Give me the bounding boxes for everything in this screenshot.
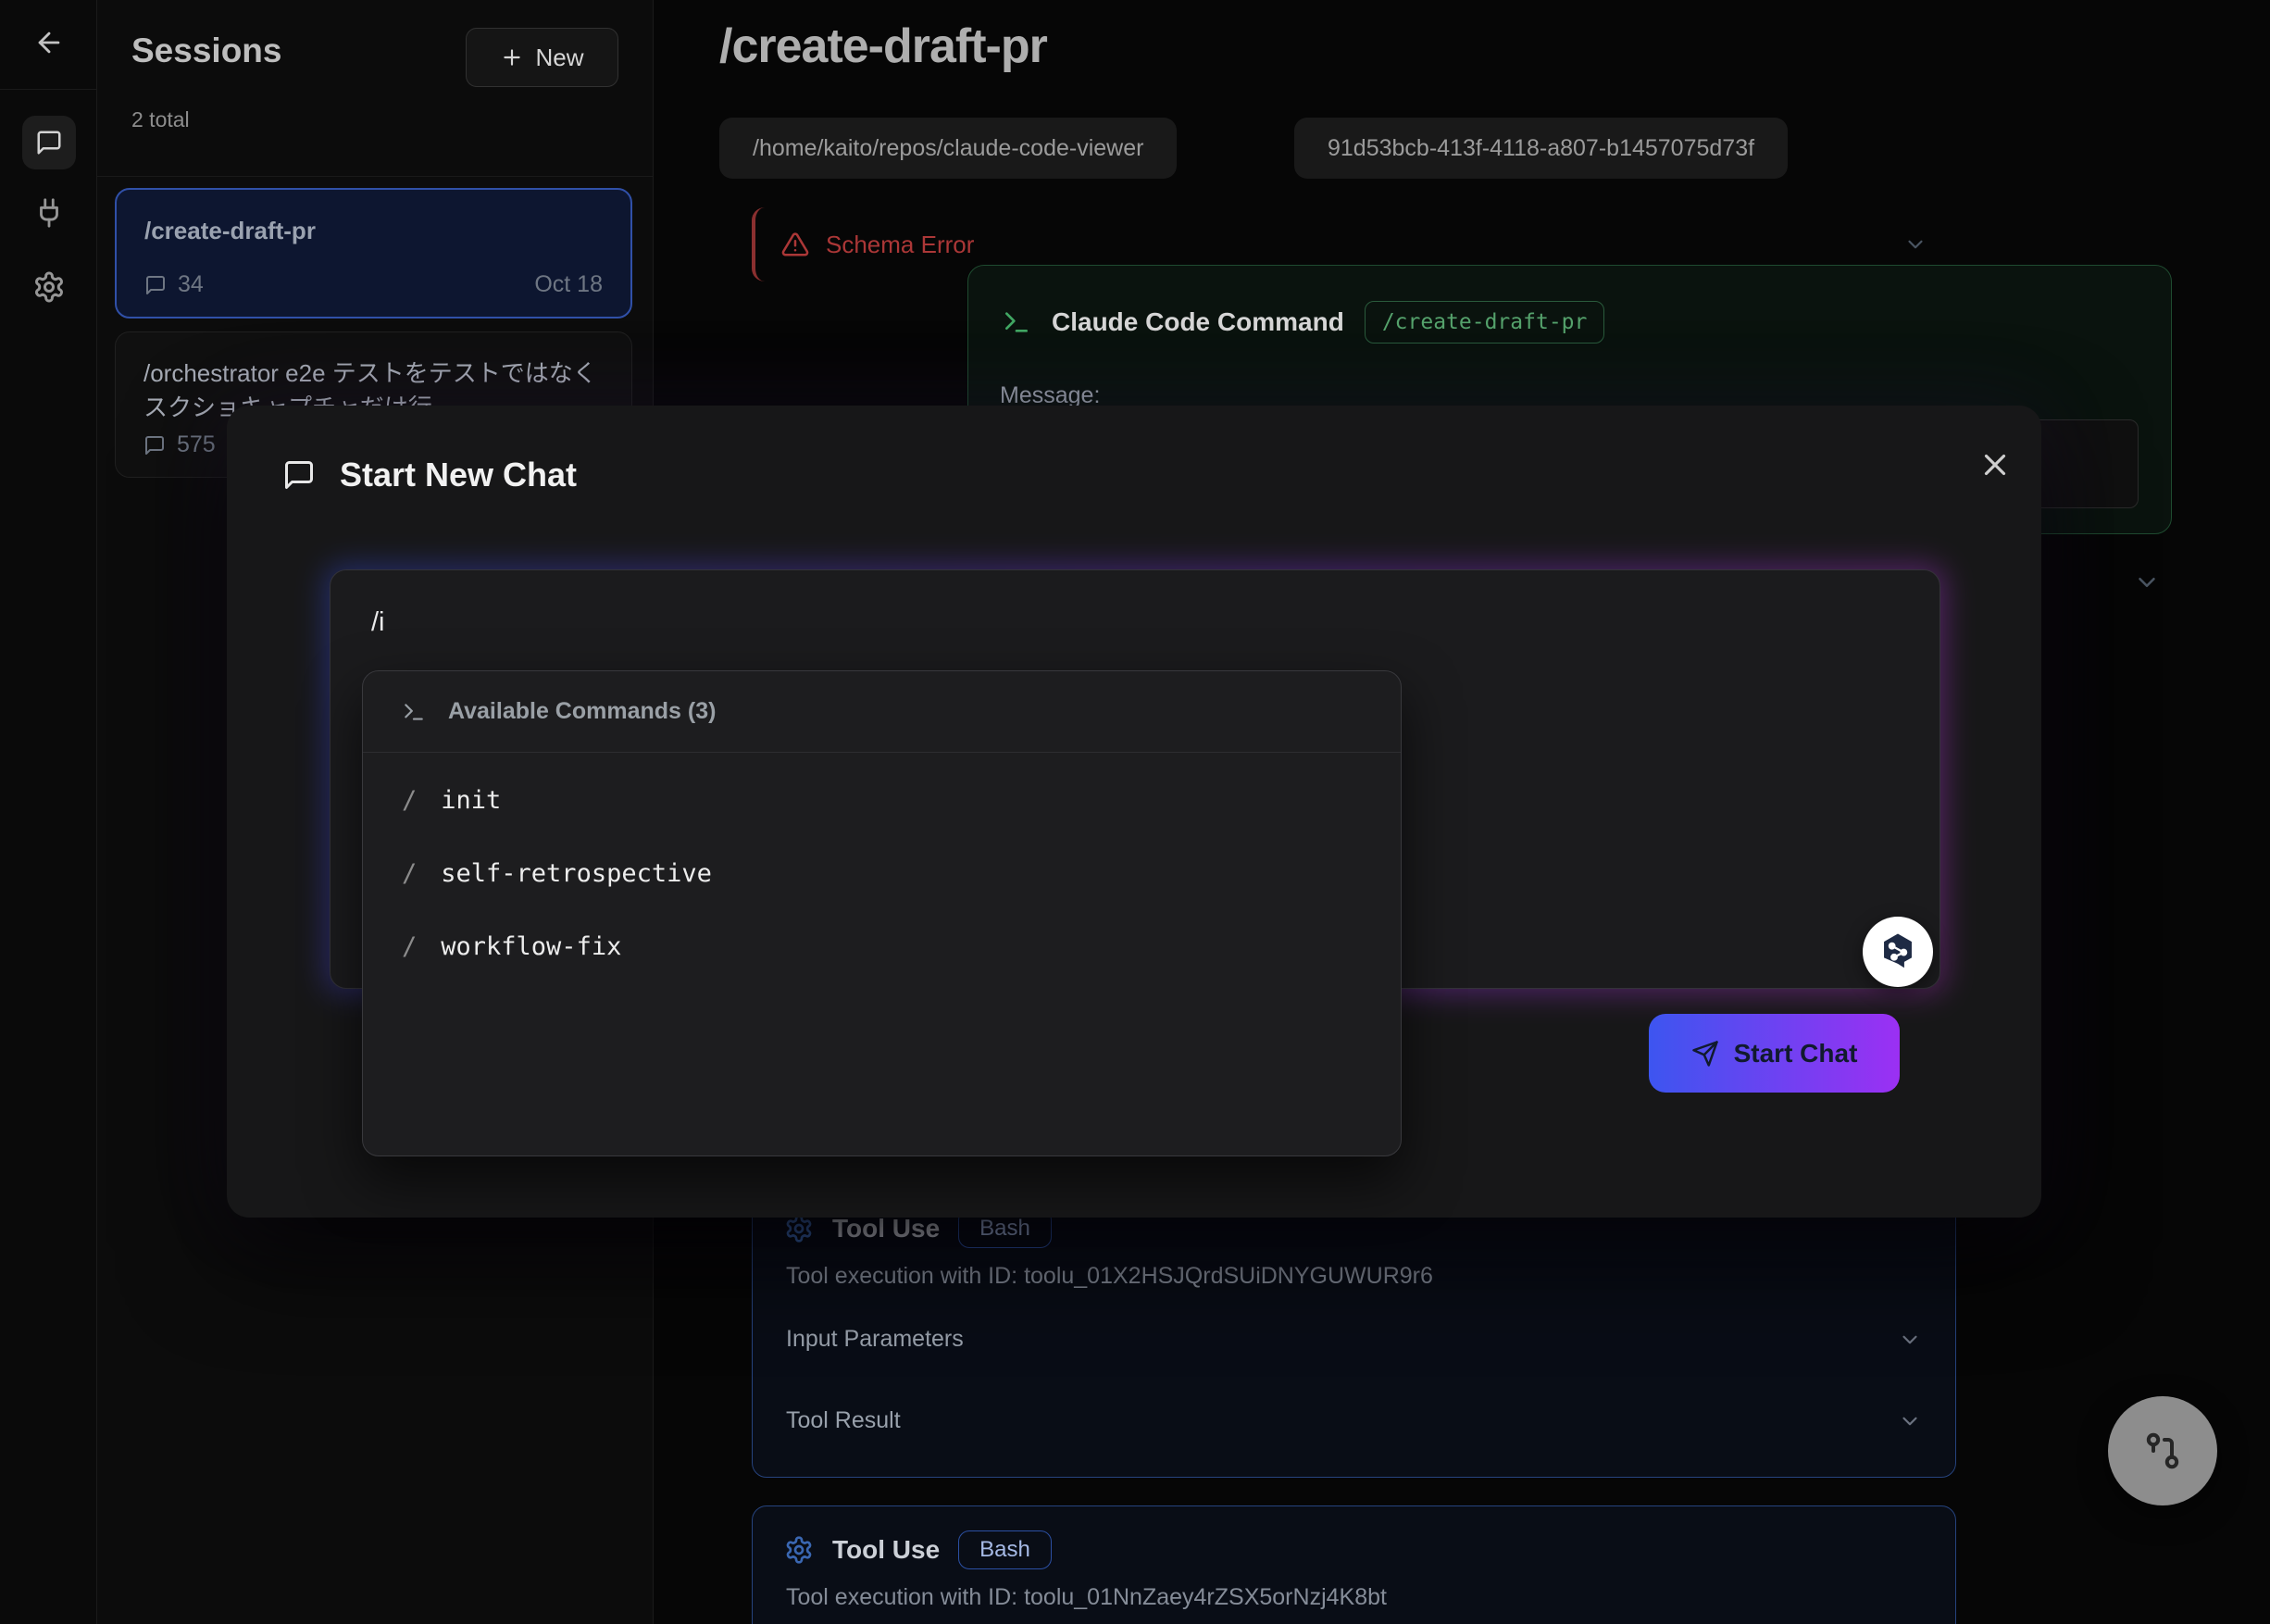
command-name: self-retrospective: [441, 859, 712, 888]
app-root: Sessions New 2 total /create-draft-pr 34…: [0, 0, 2270, 1624]
chevron-down-icon: [1898, 1409, 1922, 1433]
close-icon: [1977, 447, 2013, 482]
tool-execution-id: Tool execution with ID: toolu_01X2HSJQrd…: [786, 1263, 1433, 1290]
tool-use-title: Tool Use: [832, 1535, 940, 1565]
chevron-down-icon: [1898, 1328, 1922, 1352]
command-slash: /: [402, 859, 417, 888]
command-badge: /create-draft-pr: [1365, 301, 1605, 344]
message-count-icon: [143, 434, 166, 456]
hexagon-chat-share-icon: [1877, 931, 1919, 973]
start-new-chat-modal: Start New Chat /i Available Commands (3)…: [227, 406, 2041, 1218]
chevron-down-icon[interactable]: [1903, 232, 1927, 256]
start-chat-label: Start Chat: [1734, 1039, 1858, 1068]
rail-item-settings[interactable]: [31, 269, 68, 306]
tool-use-card-1: Tool Use Bash Tool execution with ID: to…: [752, 1188, 1956, 1478]
page-title: /create-draft-pr: [719, 19, 1047, 74]
chevron-down-icon[interactable]: [2133, 568, 2161, 596]
icon-rail: [0, 0, 97, 1624]
plug-icon: [33, 197, 65, 229]
share-logo-button[interactable]: [1863, 917, 1933, 987]
new-session-button[interactable]: New: [466, 28, 618, 87]
command-name: workflow-fix: [441, 932, 621, 961]
input-parameters-label: Input Parameters: [786, 1326, 964, 1353]
sessions-panel-title: Sessions: [131, 31, 281, 70]
chat-bubble-icon: [282, 458, 316, 492]
message-count-icon: [144, 274, 167, 296]
commands-dropdown: Available Commands (3) / init / self-ret…: [362, 670, 1402, 1156]
rail-item-chats[interactable]: [22, 116, 76, 169]
session-card-create-draft-pr[interactable]: /create-draft-pr 34 Oct 18: [115, 188, 632, 319]
command-name: init: [441, 786, 501, 815]
commands-dropdown-header: Available Commands (3): [363, 671, 1401, 753]
input-parameters-toggle[interactable]: Input Parameters: [786, 1326, 1922, 1353]
command-item-init[interactable]: / init: [363, 764, 1401, 837]
send-icon: [1691, 1040, 1719, 1068]
tool-execution-id: Tool execution with ID: toolu_01NnZaey4r…: [786, 1584, 1387, 1611]
gear-icon: [784, 1214, 814, 1243]
session-date: Oct 18: [534, 271, 603, 298]
rail-divider: [0, 89, 97, 90]
session-title: /create-draft-pr: [144, 214, 603, 248]
gear-icon: [784, 1535, 814, 1565]
plus-icon: [500, 45, 524, 69]
bash-badge: Bash: [958, 1530, 1052, 1569]
git-compare-icon: [2140, 1429, 2185, 1473]
session-message-count: 575: [177, 431, 216, 458]
tool-result-toggle[interactable]: Tool Result: [786, 1407, 1922, 1434]
back-button[interactable]: [31, 24, 68, 61]
tool-use-card-2: Tool Use Bash Tool execution with ID: to…: [752, 1505, 1956, 1624]
command-card-title: Claude Code Command: [1052, 307, 1344, 337]
arrow-left-icon: [33, 27, 65, 58]
chat-input-value: /i: [371, 607, 385, 638]
tool-result-label: Tool Result: [786, 1407, 901, 1434]
command-slash: /: [402, 786, 417, 815]
commands-header-label: Available Commands (3): [448, 698, 716, 725]
chat-bubble-icon: [35, 129, 63, 156]
command-item-workflow-fix[interactable]: / workflow-fix: [363, 910, 1401, 983]
warning-triangle-icon: [781, 231, 809, 258]
sessions-total: 2 total: [131, 107, 190, 132]
session-id-chip: 91d53bcb-413f-4118-a807-b1457075d73f: [1294, 118, 1788, 179]
rail-item-plugins[interactable]: [31, 194, 68, 231]
new-session-label: New: [535, 44, 583, 72]
gear-icon: [32, 270, 66, 304]
command-item-self-retrospective[interactable]: / self-retrospective: [363, 837, 1401, 910]
terminal-icon: [402, 700, 426, 724]
modal-title: Start New Chat: [340, 456, 577, 494]
close-button[interactable]: [1967, 437, 2023, 493]
repo-path-chip: /home/kaito/repos/claude-code-viewer: [719, 118, 1177, 179]
start-chat-button[interactable]: Start Chat: [1649, 1014, 1900, 1093]
command-slash: /: [402, 932, 417, 961]
terminal-icon: [1002, 307, 1031, 337]
session-message-count: 34: [178, 271, 204, 298]
panel-divider: [97, 176, 654, 177]
git-compare-fab[interactable]: [2108, 1396, 2217, 1505]
tool-use-title: Tool Use: [832, 1214, 940, 1243]
schema-error-label: Schema Error: [826, 231, 974, 259]
